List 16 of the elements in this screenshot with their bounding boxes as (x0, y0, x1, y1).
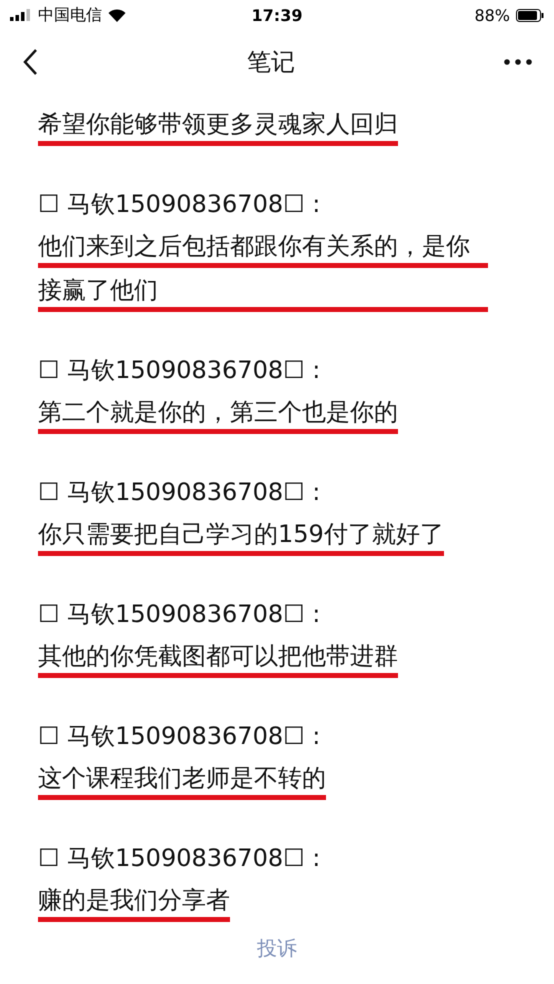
sender-line: ☐ 马钦15090836708☐ : (38, 722, 320, 750)
page-title: 笔记 (247, 48, 295, 76)
carrier-name: 中国电信 (38, 4, 102, 26)
sender-line: ☐ 马钦15090836708☐ : (38, 478, 320, 506)
back-icon[interactable] (22, 48, 38, 76)
sender-line: ☐ 马钦15090836708☐ : (38, 600, 320, 628)
sender-line: ☐ 马钦15090836708☐ : (38, 190, 320, 218)
time: 17:39 (252, 6, 302, 24)
signal-icon (10, 9, 32, 21)
sender-line: ☐ 马钦15090836708☐ : (38, 356, 320, 384)
battery-percent: 88% (474, 6, 510, 24)
more-icon[interactable] (504, 59, 532, 65)
wifi-icon (108, 8, 126, 22)
battery-icon (516, 8, 544, 22)
sender-line: ☐ 马钦15090836708☐ : (38, 844, 320, 872)
report-link[interactable]: 投诉 (257, 935, 297, 962)
